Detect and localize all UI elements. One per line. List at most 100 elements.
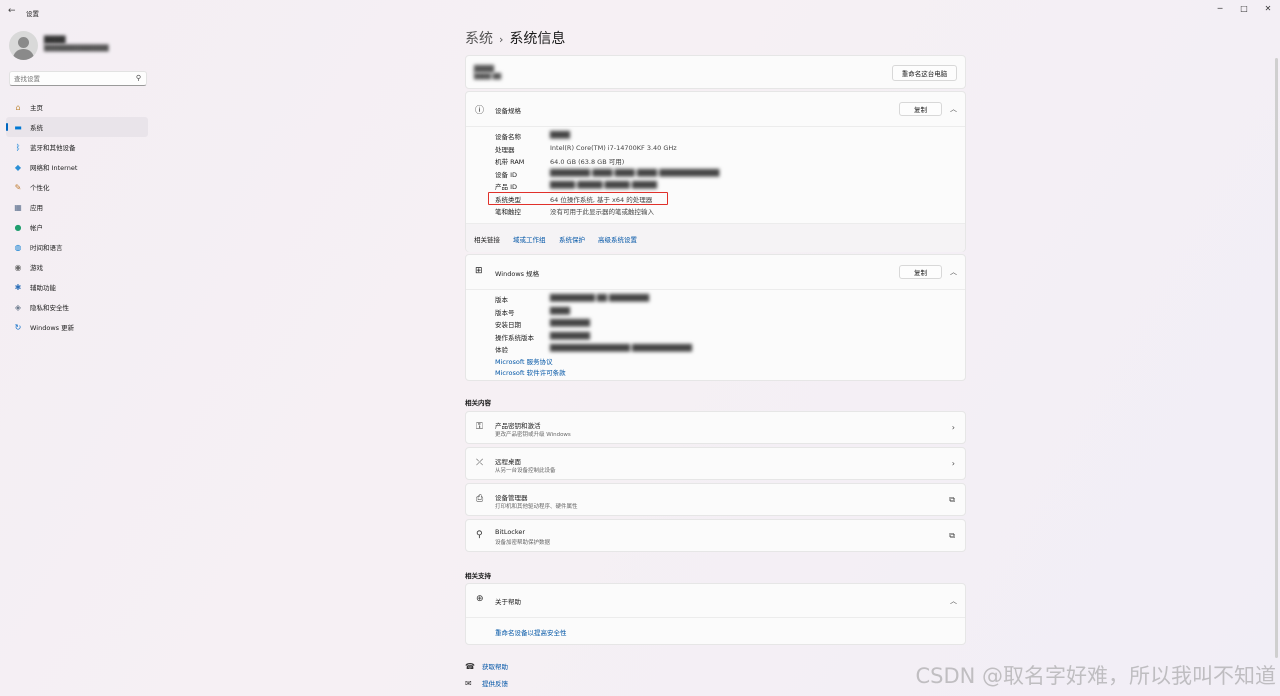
sidebar-item-0[interactable]: ⌂ 主页 bbox=[6, 97, 148, 117]
maximize-button[interactable]: □ bbox=[1232, 0, 1256, 16]
related-item[interactable]: ⚲ BitLocker 设备加密帮助保护数据 ⧉ bbox=[465, 519, 966, 552]
chevron-up-icon[interactable]: ︿ bbox=[950, 104, 957, 114]
related-item[interactable]: ⚿ 产品密钥和激活 更改产品密钥或升级 Windows › bbox=[465, 411, 966, 444]
chevron-up-icon[interactable]: ︿ bbox=[950, 267, 957, 277]
spec-value: 没有可用于此显示器的笔或触控输入 bbox=[550, 208, 654, 216]
time-language-icon: ◍ bbox=[14, 242, 22, 252]
sidebar-item-label: 蓝牙和其他设备 bbox=[30, 144, 76, 152]
apps-icon: ▦ bbox=[14, 202, 22, 212]
windows-update-icon: ↻ bbox=[14, 322, 22, 332]
windows-specs-title: Windows 规格 bbox=[495, 270, 540, 278]
spec-label: 版本 bbox=[495, 296, 508, 304]
related-links-label: 相关链接 bbox=[474, 236, 500, 244]
help-link-rename-device[interactable]: 重命名设备以提高安全性 bbox=[495, 627, 567, 637]
spec-value: █████-█████-█████-█████ bbox=[550, 181, 658, 189]
avatar-head-icon bbox=[18, 37, 29, 48]
spec-value: ████ bbox=[550, 306, 570, 315]
spec-label: 处理器 bbox=[495, 145, 515, 154]
windows-specs-header[interactable]: ⊞ Windows 规格 复制 ︿ bbox=[466, 255, 965, 289]
device-specs-header[interactable]: ⓘ 设备规格 复制 ︿ bbox=[466, 92, 965, 126]
link-system-protection[interactable]: 系统保护 bbox=[559, 234, 585, 244]
spec-value: ████ bbox=[550, 131, 570, 139]
sidebar-item-5[interactable]: ▦ 应用 bbox=[6, 197, 148, 217]
breadcrumb-separator-icon: › bbox=[499, 33, 504, 46]
spec-label: 机带 RAM bbox=[495, 158, 525, 166]
related-item-title: BitLocker bbox=[495, 528, 526, 536]
related-item-subtitle: 设备加密帮助保护数据 bbox=[495, 540, 551, 546]
page-title: 系统信息 bbox=[509, 31, 566, 47]
chevron-up-icon[interactable]: ︿ bbox=[950, 596, 957, 606]
divider bbox=[466, 289, 965, 290]
related-item[interactable]: ⤫ 远程桌面 从另一台设备控制此设备 › bbox=[465, 447, 966, 480]
get-help-link[interactable]: ☎ 获取帮助 bbox=[465, 661, 508, 672]
sidebar-item-11[interactable]: ↻ Windows 更新 bbox=[6, 317, 148, 337]
related-item-title: 设备管理器 bbox=[495, 494, 528, 502]
search-icon[interactable]: ⚲ bbox=[136, 74, 141, 82]
link-ms-services-agreement[interactable]: Microsoft 服务协议 bbox=[495, 356, 553, 366]
remote-desktop-icon: ⤫ bbox=[476, 458, 484, 468]
spec-value: █████████ ██ ████████ bbox=[550, 294, 650, 302]
sidebar-item-label: 主页 bbox=[30, 104, 43, 112]
feedback-link[interactable]: ✉ 提供反馈 bbox=[465, 678, 508, 689]
help-header[interactable]: ⊕ 关于帮助 ︿ bbox=[466, 584, 965, 617]
user-email: ██████████████ bbox=[44, 45, 109, 52]
related-item[interactable]: ⎙ 设备管理器 打印机和其他驱动程序、硬件属性 ⧉ bbox=[465, 483, 966, 516]
system-icon: ▬ bbox=[14, 122, 22, 132]
copy-device-specs-button[interactable]: 复制 bbox=[899, 102, 942, 116]
related-item-title: 远程桌面 bbox=[495, 458, 521, 466]
sidebar-item-label: 时间和语言 bbox=[30, 244, 63, 252]
sidebar-item-9[interactable]: ✱ 辅助功能 bbox=[6, 277, 148, 297]
avatar[interactable] bbox=[9, 31, 38, 60]
close-button[interactable]: ✕ bbox=[1256, 0, 1280, 16]
spec-label: 笔和触控 bbox=[495, 208, 521, 216]
scrollbar[interactable] bbox=[1275, 58, 1278, 658]
help-card: ⊕ 关于帮助 ︿ 重命名设备以提高安全性 bbox=[465, 583, 966, 645]
windows-specs-card: ⊞ Windows 规格 复制 ︿ 版本 █████████ ██ ███████… bbox=[465, 254, 966, 381]
bluetooth-icon: ᛒ bbox=[15, 142, 21, 152]
link-domain-workgroup[interactable]: 域或工作组 bbox=[513, 234, 546, 244]
privacy-shield-icon: ◈ bbox=[14, 302, 22, 312]
home-icon: ⌂ bbox=[15, 102, 21, 112]
info-icon: ⓘ bbox=[475, 106, 485, 116]
accounts-icon: ● bbox=[14, 222, 22, 232]
device-name-card: ████ ████ ██ 重命名这台电脑 bbox=[465, 55, 966, 89]
get-help-label: 获取帮助 bbox=[482, 663, 508, 671]
link-advanced-system-settings[interactable]: 高级系统设置 bbox=[598, 234, 637, 244]
divider bbox=[466, 126, 965, 127]
spec-value: ████████████████ ████████████ bbox=[550, 344, 693, 352]
sidebar-item-label: 游戏 bbox=[30, 264, 43, 272]
related-item-subtitle: 从另一台设备控制此设备 bbox=[495, 468, 556, 474]
sidebar-item-4[interactable]: ✎ 个性化 bbox=[6, 177, 148, 197]
rename-pc-button[interactable]: 重命名这台电脑 bbox=[892, 65, 957, 81]
sidebar-item-3[interactable]: ◆ 网络和 Internet bbox=[6, 157, 148, 177]
help-icon: ☎ bbox=[465, 661, 475, 671]
help-title: 关于帮助 bbox=[495, 598, 521, 606]
bitlocker-icon: ⚲ bbox=[476, 530, 483, 540]
spec-value: Intel(R) Core(TM) i7-14700KF 3.40 GHz bbox=[550, 143, 677, 152]
related-links-bar: 相关链接 域或工作组 系统保护 高级系统设置 bbox=[466, 223, 965, 252]
sidebar-item-8[interactable]: ◉ 游戏 bbox=[6, 257, 148, 277]
network-icon: ◆ bbox=[14, 162, 22, 172]
sidebar-item-6[interactable]: ● 帐户 bbox=[6, 217, 148, 237]
sidebar-item-2[interactable]: ᛒ 蓝牙和其他设备 bbox=[6, 137, 148, 157]
open-external-icon: ⧉ bbox=[949, 531, 955, 540]
globe-icon: ⊕ bbox=[476, 594, 484, 604]
app-title: 设置 bbox=[26, 10, 39, 18]
sidebar-item-10[interactable]: ◈ 隐私和安全性 bbox=[6, 297, 148, 317]
back-arrow-icon[interactable]: ← bbox=[8, 6, 16, 16]
search-input[interactable] bbox=[14, 74, 129, 83]
copy-windows-specs-button[interactable]: 复制 bbox=[899, 265, 942, 279]
user-name: ████ bbox=[44, 36, 66, 44]
link-ms-license-terms[interactable]: Microsoft 软件许可条款 bbox=[495, 367, 566, 377]
sidebar-item-label: 系统 bbox=[30, 124, 43, 132]
title-bar: ← 设置 ─ □ ✕ bbox=[0, 0, 1280, 22]
breadcrumb-parent[interactable]: 系统 bbox=[465, 31, 493, 47]
sidebar-item-7[interactable]: ◍ 时间和语言 bbox=[6, 237, 148, 257]
spec-value: ████████ bbox=[550, 319, 590, 327]
sidebar-item-label: 隐私和安全性 bbox=[30, 304, 69, 312]
spec-label: 版本号 bbox=[495, 308, 515, 317]
minimize-button[interactable]: ─ bbox=[1208, 0, 1232, 16]
sidebar-item-1[interactable]: ▬ 系统 bbox=[6, 117, 148, 137]
related-content-title: 相关内容 bbox=[465, 399, 491, 407]
nav-list: ⌂ 主页 ▬ 系统 ᛒ 蓝牙和其他设备 ◆ 网络和 Internet ✎ 个性化 ▦ 应用 ● 帐户 ◍ 时间… bbox=[6, 97, 148, 337]
